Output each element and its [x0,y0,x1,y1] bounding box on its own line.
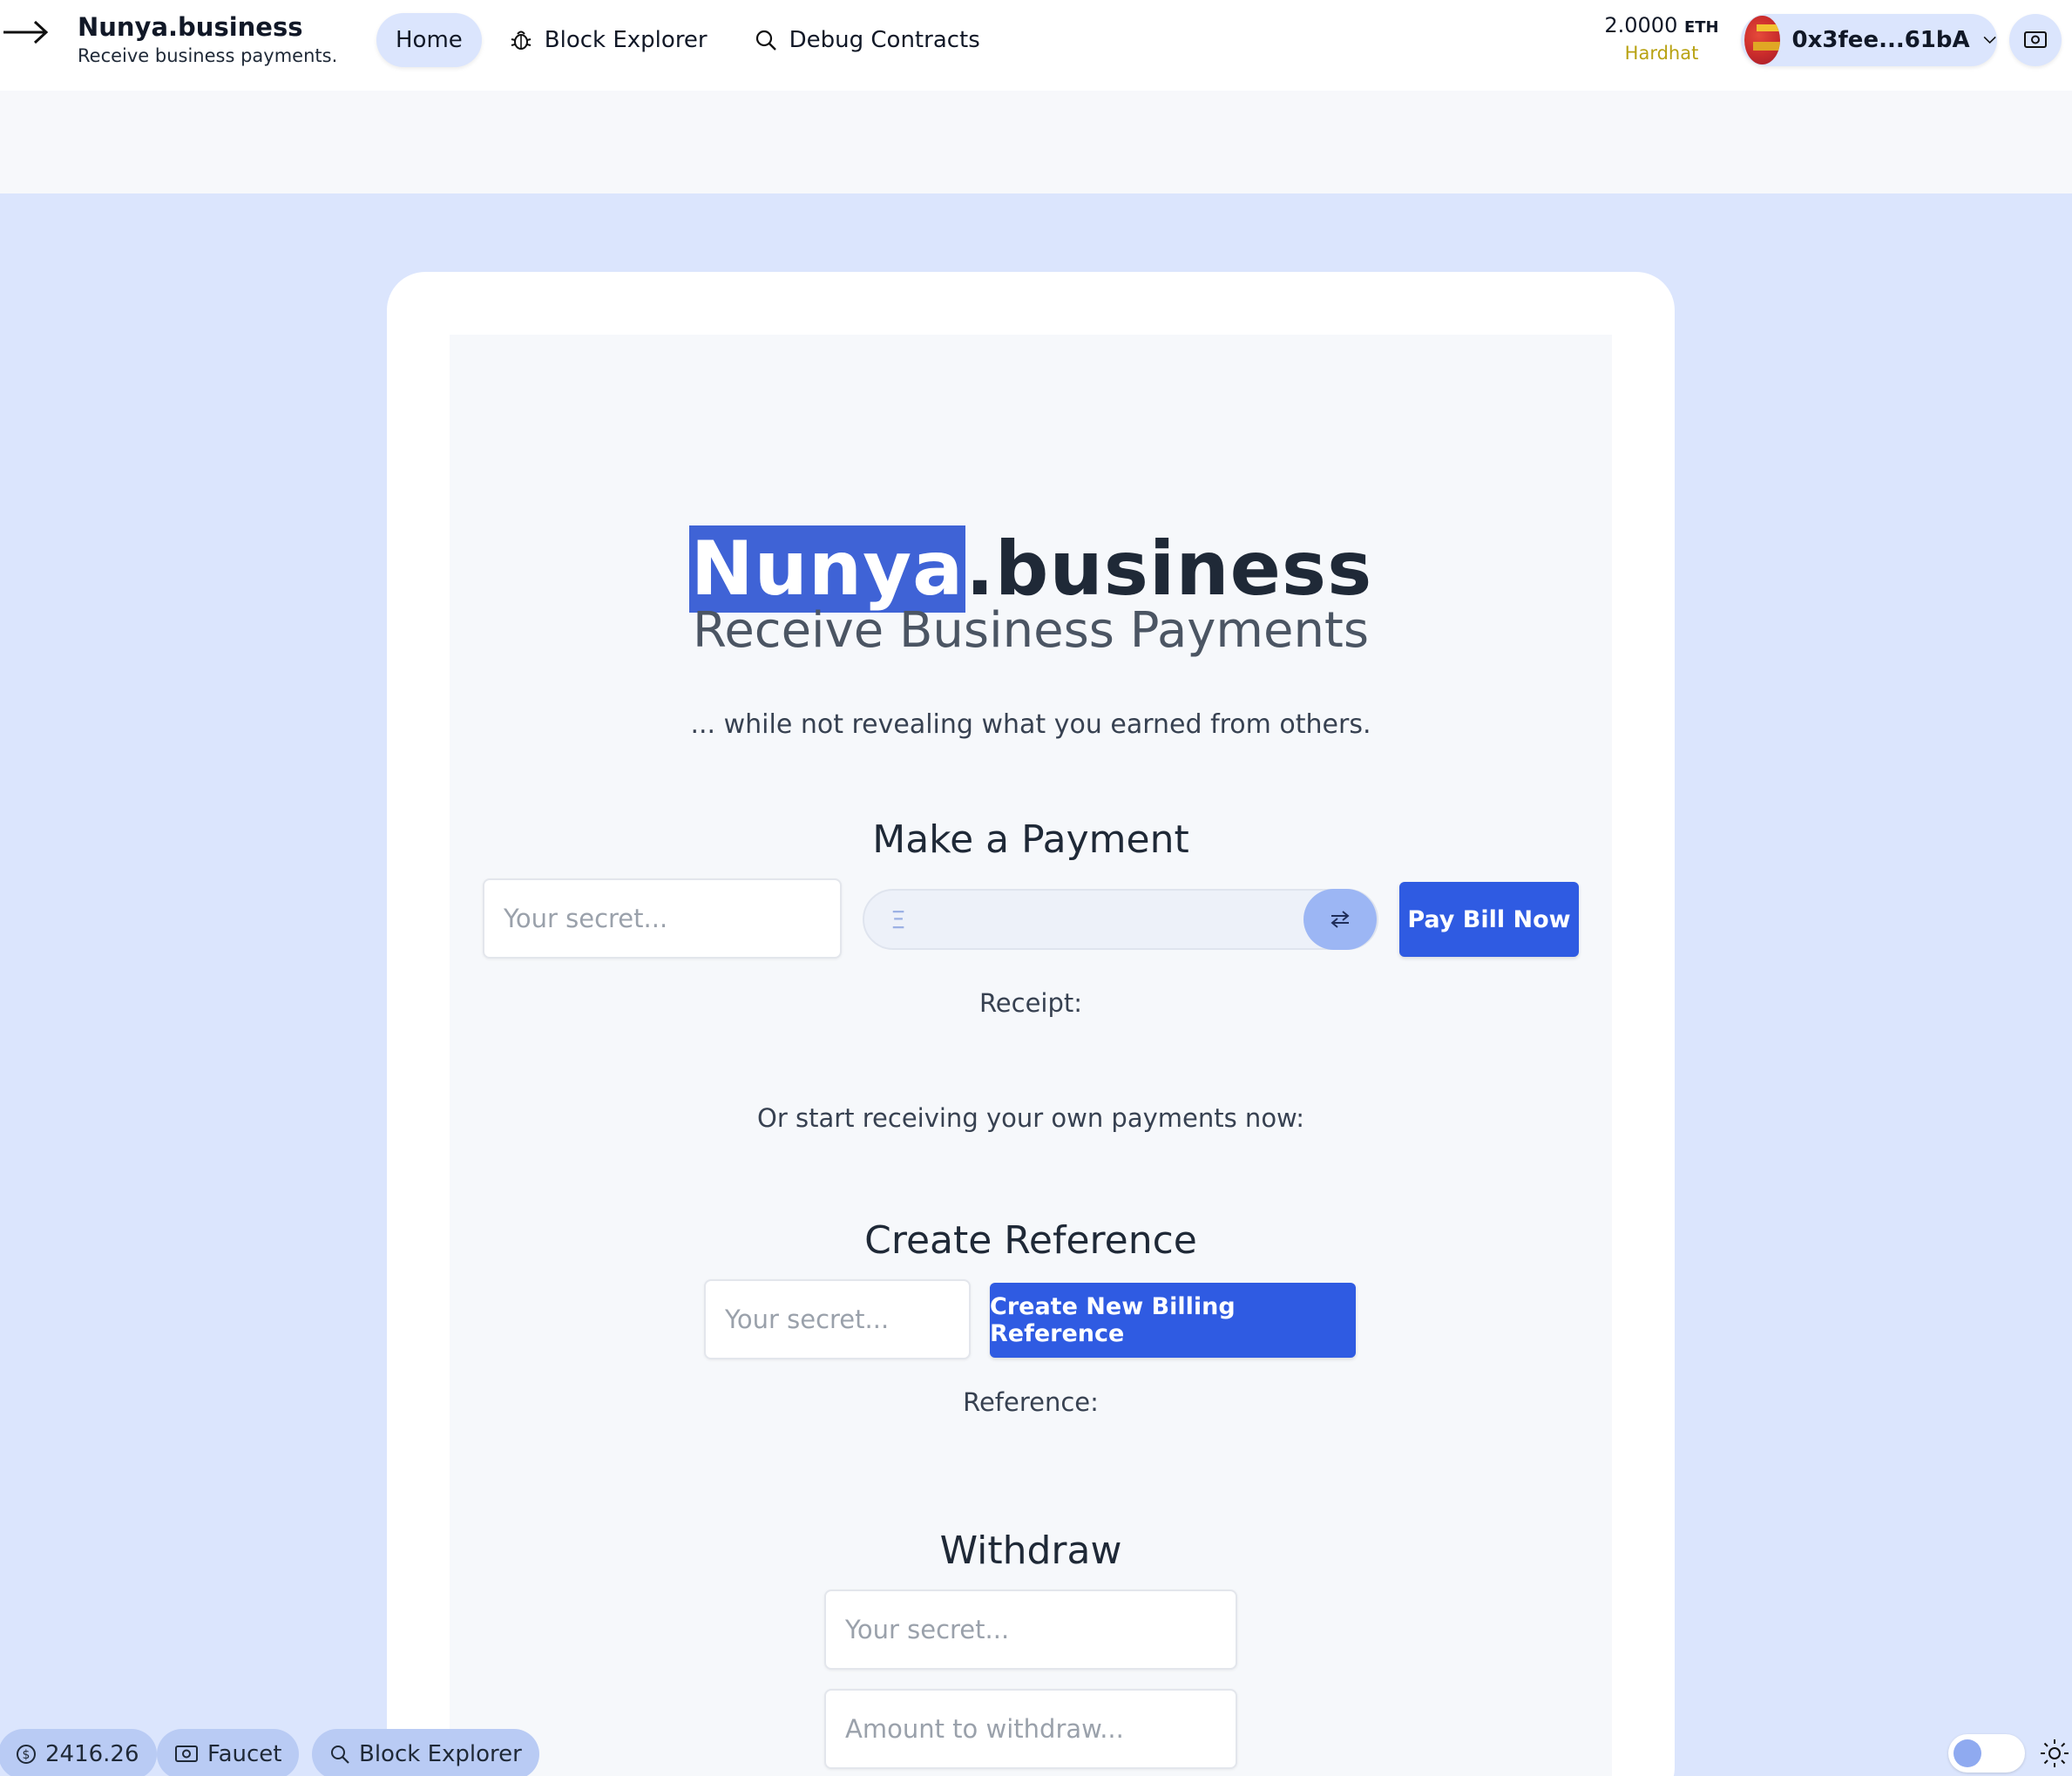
sun-icon [2041,1739,2069,1767]
create-reference-button[interactable]: Create New Billing Reference [990,1283,1356,1358]
swap-arrows-icon [1331,911,1350,928]
brand[interactable]: Nunya.business Receive business payments… [78,10,337,68]
eth-price-badge[interactable]: $ 2416.26 [0,1729,157,1776]
faucet-button[interactable]: Faucet [157,1729,300,1776]
receipt-label: Receipt: [978,988,1083,1018]
main-card: Nunya.business Receive Business Payments… [387,272,1675,1776]
header-band [0,91,2072,193]
eth-price: 2416.26 [45,1741,139,1767]
dollar-icon: $ [17,1745,36,1764]
reference-title: Create Reference [864,1218,1197,1263]
svg-text:$: $ [23,1748,30,1762]
nav-block-explorer[interactable]: Block Explorer [491,13,727,67]
payment-title: Make a Payment [872,817,1189,862]
footer-block-explorer-label: Block Explorer [359,1741,522,1767]
qr-code-button[interactable] [2009,14,2062,66]
hero-title-rest: .business [965,525,1373,613]
reference-secret-input[interactable]: Your secret... [704,1279,971,1359]
own-payments-text: Or start receiving your own payments now… [757,1103,1304,1133]
faucet-icon [175,1745,198,1762]
avatar [1744,16,1780,64]
hero-note: ... while not revealing what you earned … [690,709,1371,740]
balance-value: 2.0000 [1604,13,1678,37]
brand-name: Nunya.business [78,12,303,42]
nav-block-explorer-label: Block Explorer [544,27,708,53]
nav-home-label: Home [396,27,463,53]
balance-unit: ETH [1683,18,1719,37]
faucet-label: Faucet [207,1741,282,1767]
hero-subtitle: Receive Business Payments [692,602,1370,659]
toggle-knob [1954,1739,1981,1767]
network-name: Hardhat [1624,43,1699,64]
search-icon [755,30,776,51]
card-content: Nunya.business Receive Business Payments… [450,335,1612,1776]
nav-debug-contracts-label: Debug Contracts [789,27,980,53]
top-header: Nunya.business Receive business payments… [0,0,2072,91]
pay-bill-button[interactable]: Pay Bill Now [1399,882,1579,957]
brand-tagline: Receive business payments. [78,45,338,66]
chevron-down-icon [1983,36,1996,44]
account-address: 0x3fee...61bA [1791,27,1970,53]
withdraw-title: Withdraw [939,1529,1122,1573]
arrow-right-icon[interactable] [2,17,49,47]
payment-amount-input[interactable]: Ξ [863,889,1378,950]
wallet-balance: 2.0000 ETH Hardhat [1596,12,1727,65]
hero-title-highlight: Nunya [688,525,966,613]
account-button[interactable]: 0x3fee...61bA [1741,14,1997,66]
currency-swap-button[interactable] [1303,889,1377,950]
withdraw-secret-input[interactable]: Your secret... [824,1590,1237,1670]
theme-toggle[interactable] [1948,1734,2025,1773]
nav-debug-contracts[interactable]: Debug Contracts [735,13,999,67]
nav-home[interactable]: Home [376,13,482,67]
withdraw-amount-input[interactable]: Amount to withdraw... [824,1689,1237,1769]
qr-code-icon [2024,31,2047,48]
main-nav: Home Block Explorer Debug Contracts [376,13,999,67]
hero: Nunya.business Receive Business Payments… [450,518,1612,740]
search-icon [331,1745,349,1764]
bug-icon [511,31,532,50]
payment-secret-input[interactable]: Your secret... [483,878,842,959]
eth-symbol: Ξ [890,905,906,934]
footer-block-explorer-button[interactable]: Block Explorer [312,1729,539,1776]
reference-label: Reference: [963,1387,1099,1417]
